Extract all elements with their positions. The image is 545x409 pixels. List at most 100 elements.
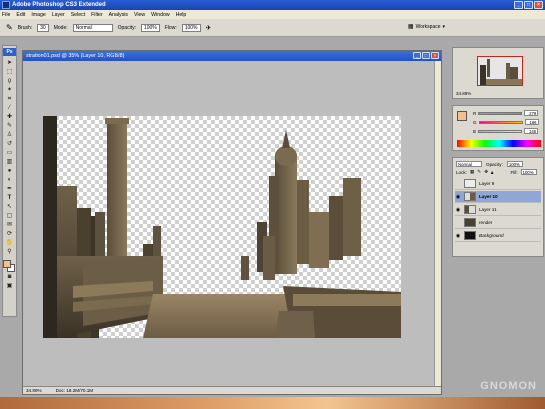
mode-select[interactable]: Normal xyxy=(72,23,113,32)
brush-tool-icon[interactable]: ✎ xyxy=(4,122,15,130)
lock-position-icon[interactable]: ✥ xyxy=(484,169,488,175)
eye-icon[interactable]: ◉ xyxy=(455,207,461,213)
screen-mode-icon[interactable]: ▣ xyxy=(4,282,15,290)
clone-stamp-tool-icon[interactable]: ♙ xyxy=(4,131,15,139)
notes-tool-icon[interactable]: ✉ xyxy=(4,221,15,229)
history-brush-tool-icon[interactable]: ↺ xyxy=(4,140,15,148)
layer-row-background[interactable]: ◉ Background xyxy=(455,230,541,242)
navigator-preview[interactable] xyxy=(477,56,523,86)
menu-edit[interactable]: Edit xyxy=(16,12,25,18)
layer-thumbnail xyxy=(464,179,476,188)
lock-all-icon[interactable]: 🔒︎ xyxy=(491,170,493,175)
menu-analysis[interactable]: Analysis xyxy=(109,12,128,18)
layer-thumbnail xyxy=(464,192,476,201)
layer-row-layer-10[interactable]: ◉ Layer 10 xyxy=(455,191,541,203)
lasso-tool-icon[interactable]: ϙ xyxy=(4,77,15,85)
red-value[interactable]: 279 xyxy=(524,110,539,116)
vertical-scrollbar[interactable] xyxy=(434,61,441,387)
layer-row-layer-11[interactable]: ◉ Layer 11 xyxy=(455,204,541,216)
layer-opacity-label: Opacity: xyxy=(486,161,503,167)
layer-opacity-field[interactable]: 100% xyxy=(506,161,523,167)
pen-tool-icon[interactable]: ✒ xyxy=(4,185,15,193)
lock-label: Lock: xyxy=(456,169,467,175)
menu-help[interactable]: Help xyxy=(176,12,187,18)
blend-mode-select[interactable]: Normal xyxy=(456,161,482,167)
menu-view[interactable]: View xyxy=(134,12,145,18)
close-button[interactable]: × xyxy=(534,1,543,9)
menu-layer[interactable]: Layer xyxy=(52,12,65,18)
shape-tool-icon[interactable]: ▢ xyxy=(4,212,15,220)
doc-close-button[interactable]: × xyxy=(431,52,439,59)
color-panel-foreground-swatch[interactable] xyxy=(457,111,467,121)
3d-rotate-tool-icon[interactable]: ⟳ xyxy=(4,230,15,238)
green-value[interactable]: 186 xyxy=(524,119,539,125)
navigator-thumbnail xyxy=(478,57,522,85)
workspace-menu[interactable]: ▦ Workspace ▾ xyxy=(408,23,445,31)
eyedropper-tool-icon[interactable]: ⁄ xyxy=(4,104,15,112)
brush-tool-preset-icon[interactable]: ✎ xyxy=(6,23,13,32)
layer-thumbnail xyxy=(464,218,476,227)
brush-label: Brush: xyxy=(17,24,33,31)
layer-thumbnail xyxy=(464,205,476,214)
quick-mask-icon[interactable]: ◙ xyxy=(4,273,15,281)
visibility-toggle-empty[interactable] xyxy=(455,220,461,226)
flow-field[interactable]: 100% xyxy=(181,23,201,32)
dodge-tool-icon[interactable]: ◐ xyxy=(4,176,15,184)
menu-filter[interactable]: Filter xyxy=(91,12,103,18)
layer-row-render[interactable]: render xyxy=(455,217,541,229)
menu-image[interactable]: Image xyxy=(31,12,45,18)
hand-tool-icon[interactable]: ✋ xyxy=(4,239,15,247)
green-slider[interactable] xyxy=(478,120,523,124)
zoom-tool-icon[interactable]: ⚲ xyxy=(4,248,15,256)
blue-slider[interactable] xyxy=(478,129,523,133)
path-selection-tool-icon[interactable]: ↖ xyxy=(4,203,15,211)
healing-brush-tool-icon[interactable]: ✚ xyxy=(4,113,15,121)
menu-file[interactable]: File xyxy=(2,12,10,18)
flow-label: Flow: xyxy=(164,24,177,31)
app-titlebar: Adobe Photoshop CS3 Extended _ □ × xyxy=(0,0,545,10)
color-spectrum-ramp[interactable] xyxy=(457,140,541,147)
lock-transparency-icon[interactable]: ▦ xyxy=(470,169,474,175)
minimize-button[interactable]: _ xyxy=(514,1,523,9)
doc-minimize-button[interactable]: _ xyxy=(413,52,421,59)
fill-field[interactable]: 100% xyxy=(520,169,537,175)
eye-icon[interactable]: ◉ xyxy=(455,194,461,200)
marquee-tool-icon[interactable]: ⬚ xyxy=(4,68,15,76)
workspace-label: Workspace xyxy=(415,23,441,30)
airbrush-icon[interactable]: ✈ xyxy=(206,24,212,32)
visibility-toggle-empty[interactable] xyxy=(455,181,461,187)
foreground-color-swatch[interactable] xyxy=(3,260,11,268)
blue-value[interactable]: 148 xyxy=(524,128,539,134)
menu-select[interactable]: Select xyxy=(71,12,85,18)
options-bar: ✎ Brush: 30 Mode: Normal Opacity: 100% F… xyxy=(0,19,545,37)
navigator-zoom[interactable]: 34.89% xyxy=(456,91,471,96)
document-title: stration01.psd @ 35% (Layer 10, RGB/8) xyxy=(26,53,125,59)
menu-window[interactable]: Window xyxy=(151,12,169,18)
layer-name: Background xyxy=(479,233,504,238)
eraser-tool-icon[interactable]: ▭ xyxy=(4,149,15,157)
magic-wand-tool-icon[interactable]: ✶ xyxy=(4,86,15,94)
brush-size-picker[interactable]: 30 xyxy=(37,23,49,32)
color-swatches[interactable] xyxy=(3,260,16,272)
maximize-button[interactable]: □ xyxy=(524,1,533,9)
opacity-field[interactable]: 100% xyxy=(140,23,160,32)
type-tool-icon[interactable]: T xyxy=(4,194,15,202)
document-title-bar[interactable]: stration01.psd @ 35% (Layer 10, RGB/8) _… xyxy=(23,51,441,61)
doc-maximize-button[interactable]: □ xyxy=(422,52,430,59)
layer-row-layer-9[interactable]: Layer 9 xyxy=(455,178,541,190)
blur-tool-icon[interactable]: ● xyxy=(4,167,15,175)
doc-size-info[interactable]: Doc: 18.2M/70.1M xyxy=(56,388,94,393)
move-tool-icon[interactable]: ➤ xyxy=(4,59,15,67)
layers-panel-top-row: Normal Opacity: 100% xyxy=(456,161,523,167)
image-canvas[interactable] xyxy=(43,116,401,338)
eye-icon[interactable]: ◉ xyxy=(455,233,461,239)
gradient-tool-icon[interactable]: ▥ xyxy=(4,158,15,166)
red-slider[interactable] xyxy=(478,111,523,115)
crop-tool-icon[interactable]: ⌗ xyxy=(4,95,15,103)
menu-bar: File Edit Image Layer Select Filter Anal… xyxy=(0,10,545,19)
opacity-label: Opacity: xyxy=(117,24,136,31)
canvas-area[interactable] xyxy=(23,61,441,387)
lock-paint-icon[interactable]: ✎ xyxy=(477,169,481,175)
right-panels: 34.89% R 279 G 186 B 148 Normal Opacity:… xyxy=(452,45,544,395)
zoom-readout[interactable]: 34.89% xyxy=(26,388,42,393)
